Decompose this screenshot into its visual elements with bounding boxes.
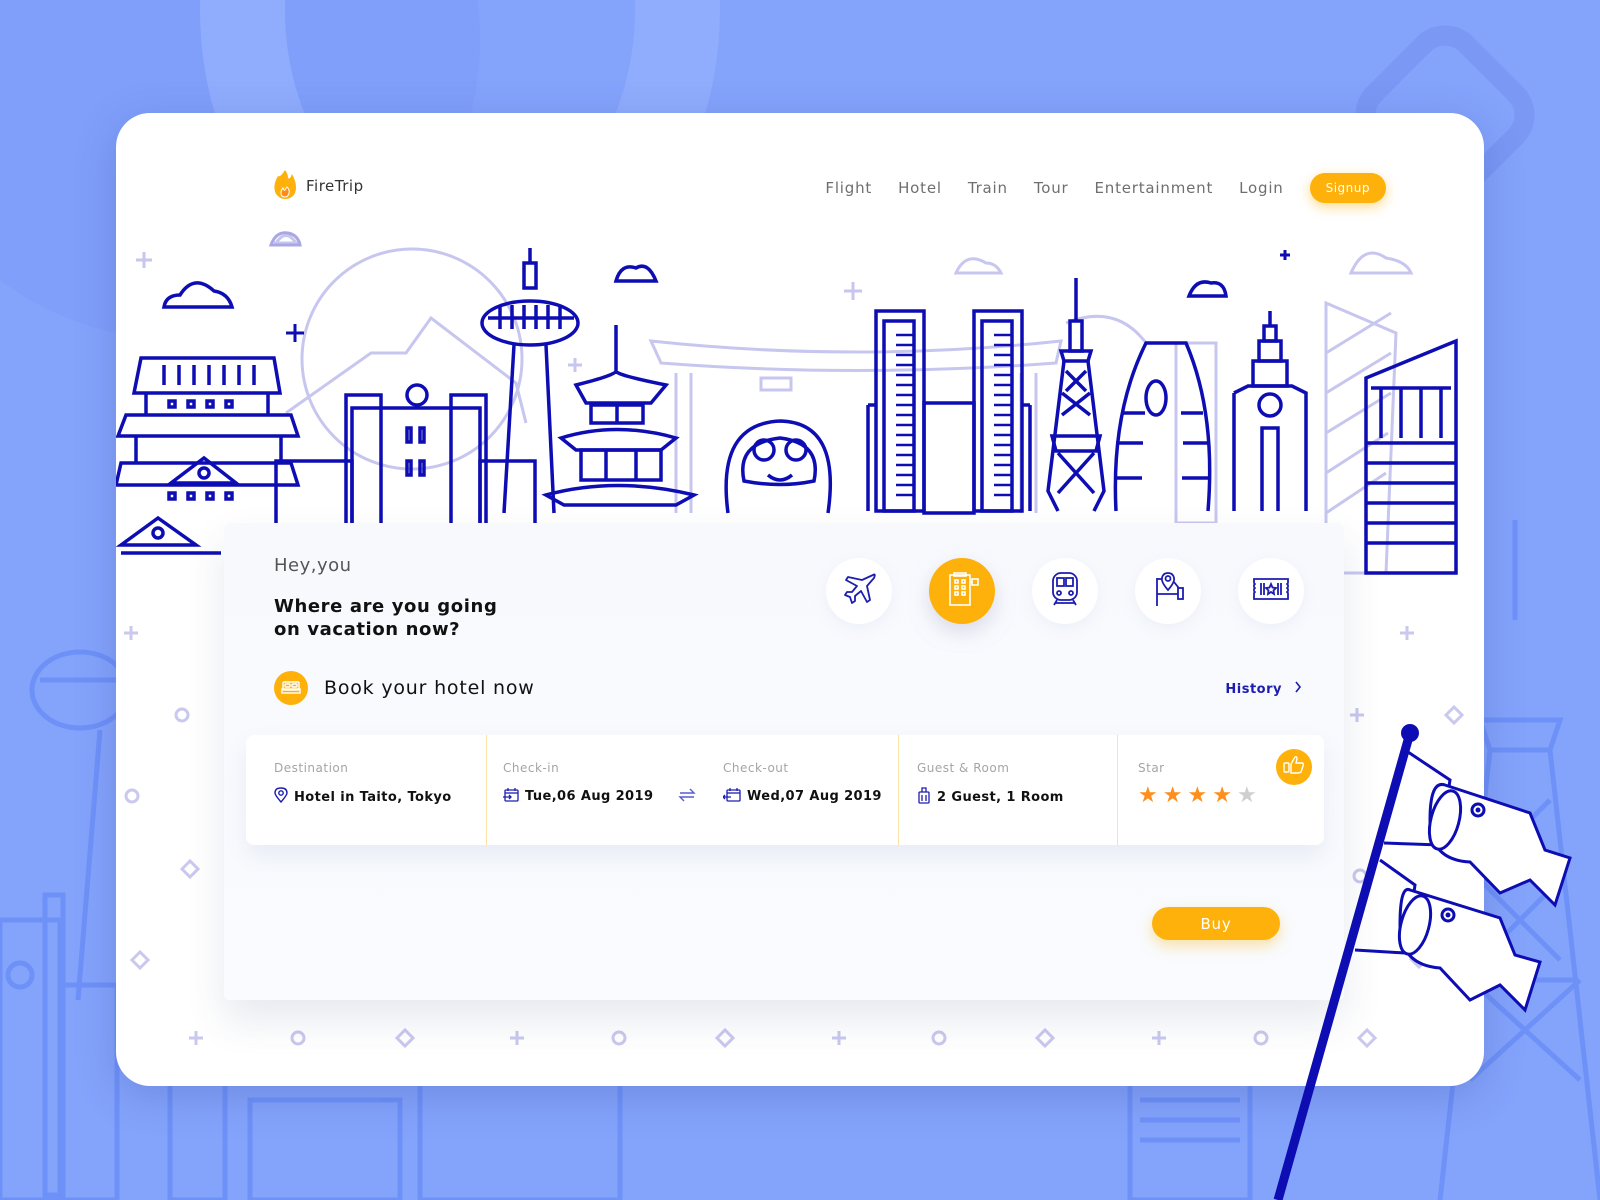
- train-icon: [1048, 570, 1082, 612]
- hero-question: Where are you going on vacation now?: [274, 595, 497, 641]
- destination-field[interactable]: Destination Hotel in Taito, Tokyo: [246, 735, 486, 845]
- buy-button[interactable]: Buy: [1152, 907, 1280, 940]
- recommend-button[interactable]: [1276, 749, 1312, 785]
- brand-logo[interactable]: FireTrip: [272, 168, 364, 204]
- checkin-label: Check-in: [503, 761, 560, 775]
- nav-hotel[interactable]: Hotel: [898, 179, 942, 197]
- star-filled-icon[interactable]: ★: [1187, 785, 1207, 807]
- main-card: FireTrip Flight Hotel Train Tour Enterta…: [116, 113, 1484, 1086]
- booking-title: Book your hotel now: [324, 677, 535, 699]
- cloud-dark-left: [161, 281, 235, 309]
- checkout-field[interactable]: Check-out Wed,07 Aug 2019: [722, 761, 898, 845]
- nav-train[interactable]: Train: [968, 179, 1008, 197]
- nav-entertainment[interactable]: Entertainment: [1094, 179, 1213, 197]
- hero-question-line2: on vacation now?: [274, 619, 461, 640]
- category-flight[interactable]: [826, 558, 892, 624]
- thumbs-up-icon: [1282, 754, 1306, 780]
- category-entertainment[interactable]: [1238, 558, 1304, 624]
- top-navigation: FireTrip Flight Hotel Train Tour Enterta…: [116, 113, 1484, 233]
- location-pin-icon: [274, 787, 288, 807]
- booking-panel: Hey,you Where are you going on vacation …: [224, 523, 1344, 1000]
- swap-arrows-icon: [678, 787, 696, 806]
- ticket-icon: [1251, 574, 1291, 608]
- cloud-dark-mid: [613, 264, 659, 283]
- chevron-right-icon: [1294, 681, 1302, 697]
- flame-icon: [272, 168, 298, 204]
- hotel-building-icon: [942, 569, 982, 613]
- destination-label: Destination: [274, 761, 349, 775]
- guest-room-label: Guest & Room: [917, 761, 1010, 775]
- guest-room-value: 2 Guest, 1 Room: [937, 790, 1064, 805]
- checkin-field[interactable]: Check-in Tue,06 Aug 2019: [503, 761, 678, 845]
- nav-tour[interactable]: Tour: [1034, 179, 1069, 197]
- category-train[interactable]: [1032, 558, 1098, 624]
- category-hotel[interactable]: [929, 558, 995, 624]
- star-filled-icon[interactable]: ★: [1138, 785, 1158, 807]
- category-tour[interactable]: [1135, 558, 1201, 624]
- checkout-value: Wed,07 Aug 2019: [747, 789, 882, 804]
- star-filled-icon[interactable]: ★: [1163, 785, 1183, 807]
- luggage-icon: [917, 787, 931, 808]
- calendar-out-icon: [722, 787, 741, 806]
- calendar-in-icon: [503, 787, 519, 806]
- cloud-light-2: [1348, 251, 1414, 275]
- guest-room-field[interactable]: Guest & Room 2 Guest, 1 Room: [898, 735, 1117, 845]
- brand-name: FireTrip: [306, 177, 364, 195]
- plus-sparkle: [136, 252, 152, 268]
- checkin-value: Tue,06 Aug 2019: [525, 789, 654, 804]
- booking-heading: Book your hotel now: [274, 671, 535, 705]
- hotel-search-form: Destination Hotel in Taito, Tokyo Check-…: [246, 735, 1324, 845]
- cloud-dark-right: [1186, 280, 1228, 298]
- star-empty-icon[interactable]: ★: [1237, 785, 1257, 807]
- category-selector: [826, 558, 1304, 624]
- map-pin-flag-icon: [1150, 570, 1186, 612]
- destination-value: Hotel in Taito, Tokyo: [294, 789, 452, 805]
- destination-input[interactable]: Hotel in Taito, Tokyo: [274, 787, 486, 807]
- star-rating[interactable]: ★ ★ ★ ★ ★: [1138, 785, 1324, 807]
- checkout-input[interactable]: Wed,07 Aug 2019: [722, 787, 898, 806]
- star-filled-icon[interactable]: ★: [1212, 785, 1232, 807]
- greeting: Hey,you: [274, 555, 352, 576]
- date-range-field: Check-in Tue,06 Aug 2019 Check-out Wed,0…: [486, 735, 898, 845]
- nav-login[interactable]: Login: [1239, 179, 1283, 197]
- nav-links: Flight Hotel Train Tour Entertainment Lo…: [825, 173, 1386, 203]
- cloud-light-1: [953, 257, 1004, 275]
- signup-button[interactable]: Signup: [1309, 173, 1386, 203]
- history-link[interactable]: History: [1225, 681, 1302, 697]
- guest-room-input[interactable]: 2 Guest, 1 Room: [917, 787, 1117, 808]
- checkout-label: Check-out: [723, 761, 789, 775]
- swap-dates-button[interactable]: [678, 761, 723, 845]
- airplane-icon: [840, 570, 878, 612]
- star-rating-field: Star ★ ★ ★ ★ ★: [1117, 735, 1324, 845]
- checkin-input[interactable]: Tue,06 Aug 2019: [503, 787, 678, 806]
- history-label: History: [1225, 681, 1282, 697]
- bed-icon: [274, 671, 308, 705]
- nav-flight[interactable]: Flight: [825, 179, 872, 197]
- hero-question-line1: Where are you going: [274, 596, 498, 617]
